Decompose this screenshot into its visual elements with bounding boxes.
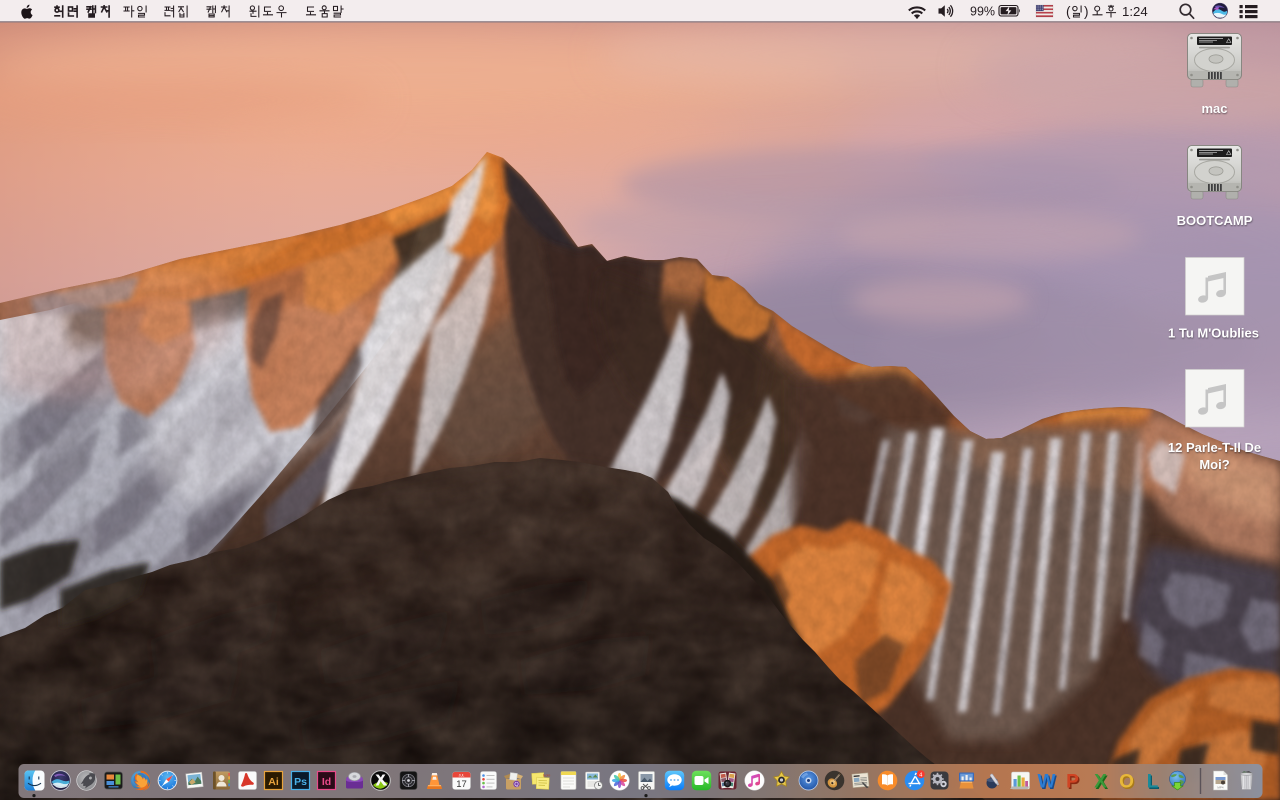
svg-text:Q: Q bbox=[515, 782, 520, 788]
svg-text:JUL: JUL bbox=[458, 774, 464, 778]
svg-text:Note: Note bbox=[543, 773, 551, 778]
svg-text:X: X bbox=[1094, 772, 1107, 792]
svg-text:MP4: MP4 bbox=[1218, 786, 1225, 790]
svg-text:P: P bbox=[1067, 772, 1080, 792]
svg-text:Ai: Ai bbox=[268, 776, 279, 788]
svg-text:W: W bbox=[1037, 772, 1055, 792]
svg-text:O: O bbox=[1119, 772, 1134, 792]
svg-text:Id: Id bbox=[322, 776, 331, 788]
svg-text:L: L bbox=[1146, 772, 1158, 792]
svg-text:17: 17 bbox=[456, 779, 467, 790]
svg-text:Ps: Ps bbox=[294, 776, 307, 788]
